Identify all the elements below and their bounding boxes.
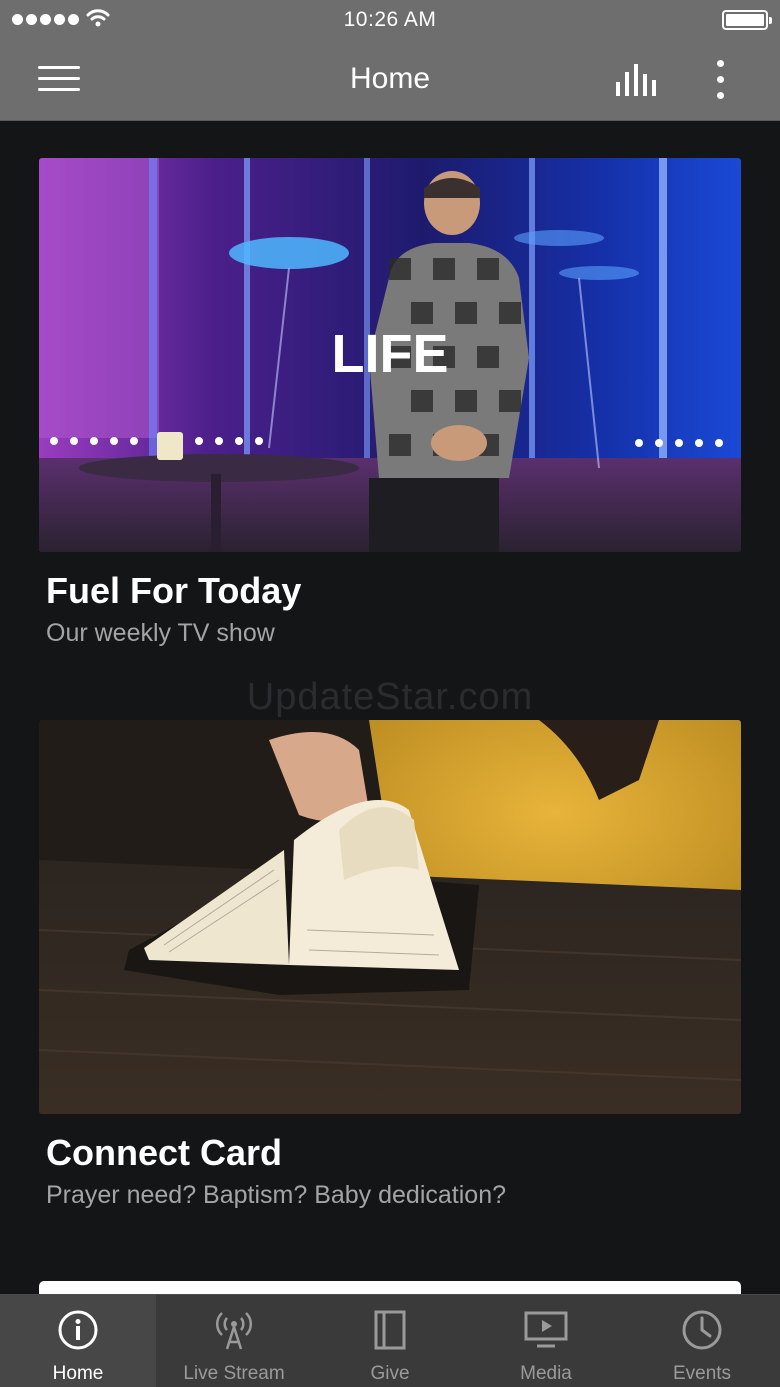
card-title: Fuel For Today — [46, 570, 302, 611]
status-bar: 10:26 AM — [0, 0, 780, 40]
watermark: UpdateStar.com — [246, 676, 534, 718]
nav-bar: Home — [0, 40, 780, 121]
card-title: Connect Card — [46, 1132, 283, 1173]
tab-label: Media — [520, 1363, 572, 1384]
card-fuel-for-today[interactable]: LIFE Fuel For Today Our weekly TV show — [39, 158, 741, 648]
tab-events[interactable]: Events — [624, 1295, 780, 1387]
app-screen: 10:26 AM Home LIFE Fuel For Today Our we… — [0, 0, 780, 1387]
tab-label: Events — [672, 1363, 732, 1384]
life-logo-text: LIFE — [332, 324, 449, 384]
tab-bar: Home Live Stream Give Media Events — [0, 1294, 780, 1387]
card-image-stage: LIFE — [39, 158, 741, 552]
card-subtitle: Our weekly TV show — [46, 619, 275, 647]
play-screen-icon — [524, 1311, 568, 1348]
tab-label: Give — [370, 1363, 410, 1384]
card-subtitle: Prayer need? Baptism? Baby dedication? — [46, 1181, 507, 1209]
battery-icon — [722, 10, 772, 30]
book-icon — [374, 1310, 406, 1350]
more-options-icon[interactable] — [704, 58, 736, 102]
info-icon — [58, 1310, 98, 1350]
audio-bars-icon[interactable] — [614, 62, 660, 100]
tab-media[interactable]: Media — [468, 1295, 624, 1387]
tab-live-stream[interactable]: Live Stream — [156, 1295, 312, 1387]
tab-give[interactable]: Give — [312, 1295, 468, 1387]
tab-label: Live Stream — [183, 1363, 285, 1384]
tab-label: Home — [52, 1363, 104, 1384]
clock-icon — [682, 1310, 722, 1350]
card-image-bible — [39, 720, 741, 1114]
tab-home[interactable]: Home — [0, 1295, 156, 1387]
status-time: 10:26 AM — [343, 8, 437, 31]
broadcast-icon — [215, 1312, 253, 1350]
page-title: Home — [349, 62, 431, 95]
card-connect-card[interactable]: Connect Card Prayer need? Baptism? Baby … — [39, 720, 741, 1210]
